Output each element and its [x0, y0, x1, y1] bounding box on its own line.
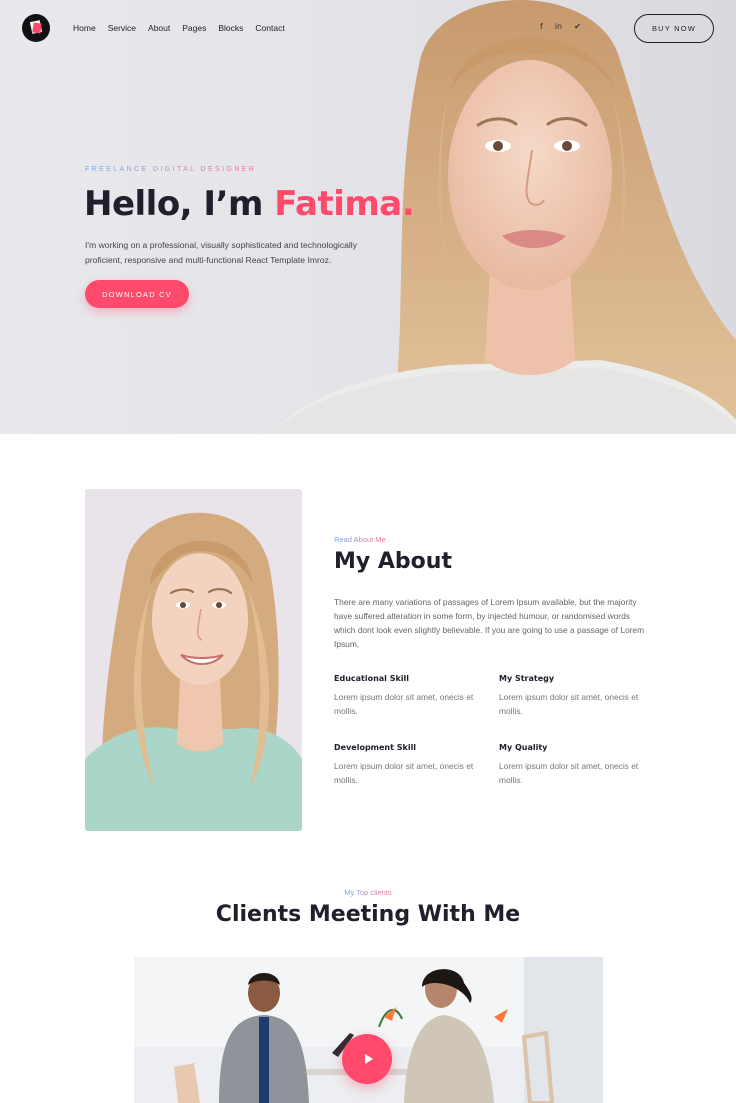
skill-title: My Quality	[499, 743, 548, 752]
nav-item-home[interactable]: Home	[73, 23, 96, 33]
about-photo	[85, 489, 302, 831]
skill-title: Educational Skill	[334, 674, 410, 683]
hero-eyebrow: FREELANCE DIGITAL DESIGNER	[85, 166, 257, 173]
skill-development: Development Skill Lorem ipsum dolor sit …	[334, 743, 484, 787]
about-title: My About	[334, 549, 452, 574]
social-links: f in ✔	[540, 22, 581, 31]
skill-text: Lorem ipsum dolor sit amet, onecis et mo…	[334, 761, 474, 785]
logo-mark-front	[32, 22, 42, 34]
buy-now-button[interactable]: BUY NOW	[634, 14, 714, 43]
play-video-button[interactable]	[342, 1034, 392, 1084]
about-eyebrow: Read About Me	[334, 535, 386, 544]
skill-text: Lorem ipsum dolor sit amet, onecis et mo…	[499, 761, 639, 785]
nav-item-blocks[interactable]: Blocks	[218, 23, 243, 33]
skill-title: Development Skill	[334, 743, 417, 752]
download-cv-button[interactable]: DOWNLOAD CV	[85, 280, 189, 308]
skill-strategy: My Strategy Lorem ipsum dolor sit amet, …	[499, 674, 649, 718]
nav-item-service[interactable]: Service	[108, 23, 136, 33]
hero-title: Hello, I’m Fatima.	[84, 184, 415, 224]
linkedin-icon[interactable]: in	[555, 22, 562, 31]
hero-title-name: Fatima.	[274, 184, 415, 224]
nav-item-about[interactable]: About	[148, 23, 170, 33]
about-portrait-image	[85, 489, 302, 831]
brand-logo[interactable]	[22, 14, 50, 42]
skill-text: Lorem ipsum dolor sit amet, onecis et mo…	[499, 692, 639, 716]
hero-description: I'm working on a professional, visually …	[85, 240, 358, 265]
clients-title: Clients Meeting With Me	[215, 902, 521, 927]
twitter-icon[interactable]: ✔	[574, 22, 581, 31]
facebook-icon[interactable]: f	[540, 22, 543, 31]
play-icon	[364, 1054, 373, 1064]
clients-eyebrow-text: My Top clients	[344, 888, 392, 897]
hero-section: Home Service About Pages Blocks Contact …	[0, 0, 736, 434]
skill-quality: My Quality Lorem ipsum dolor sit amet, o…	[499, 743, 649, 787]
main-nav: Home Service About Pages Blocks Contact	[73, 23, 285, 33]
nav-item-pages[interactable]: Pages	[182, 23, 206, 33]
skill-educational: Educational Skill Lorem ipsum dolor sit …	[334, 674, 484, 718]
skill-title: My Strategy	[499, 674, 555, 683]
about-description: There are many variations of passages of…	[334, 597, 645, 649]
nav-item-contact[interactable]: Contact	[255, 23, 284, 33]
hero-title-prefix: Hello, I’m	[84, 184, 275, 224]
clients-eyebrow: My Top clients	[0, 888, 736, 897]
skill-text: Lorem ipsum dolor sit amet, onecis et mo…	[334, 692, 474, 716]
